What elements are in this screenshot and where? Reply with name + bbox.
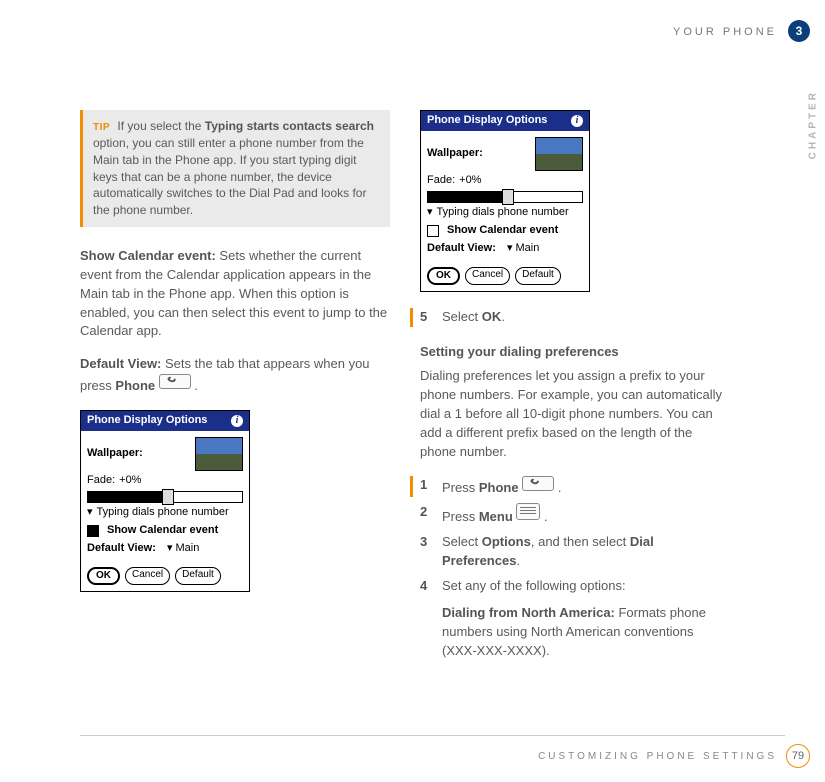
s3a: Select — [442, 534, 482, 549]
cancel-button: Cancel — [125, 567, 170, 585]
default-button-r: Default — [515, 267, 561, 285]
step-number-2: 2 — [420, 503, 432, 527]
dialog-title-r: Phone Display Options — [427, 113, 547, 129]
step-3-body: Select Options, and then select Dial Pre… — [442, 533, 730, 571]
ok-button: OK — [87, 567, 120, 585]
step5-bold: OK — [482, 309, 502, 324]
s1b: . — [554, 480, 561, 495]
step-5: 5 Select OK. — [410, 308, 730, 327]
show-calendar-bold: Show Calendar event: — [80, 248, 216, 263]
wallpaper-thumbnail — [195, 437, 243, 471]
step-3: 3 Select Options, and then select Dial P… — [420, 533, 730, 571]
default-view-para: Default View: Sets the tab that appears … — [80, 355, 390, 396]
step-number-3: 3 — [420, 533, 432, 571]
step-number-4: 4 — [420, 577, 432, 674]
dialog-buttons: OK Cancel Default — [81, 563, 249, 591]
step-number-1: 1 — [420, 476, 432, 498]
fade-slider-r — [427, 191, 583, 203]
page: YOUR PHONE 3 CHAPTER TIP If you select t… — [0, 0, 825, 782]
step5-after: . — [501, 309, 505, 324]
wallpaper-label: Wallpaper: — [87, 446, 143, 462]
fade-value: +0% — [119, 473, 141, 489]
s1bold: Phone — [479, 480, 519, 495]
dialog-titlebar-r: Phone Display Options i — [421, 111, 589, 131]
default-view-label-dlg-r: Default View: — [427, 241, 496, 257]
step-1: 1 Press Phone . — [410, 476, 730, 498]
show-calendar-checkbox — [87, 525, 99, 537]
fade-label-r: Fade: — [427, 173, 455, 189]
left-column: TIP If you select the Typing starts cont… — [80, 110, 390, 592]
dialing-na-para: Dialing from North America: Formats phon… — [442, 604, 730, 661]
default-button: Default — [175, 567, 221, 585]
tip-label: TIP — [93, 122, 110, 133]
s2b: . — [540, 509, 547, 524]
cancel-button-r: Cancel — [465, 267, 510, 285]
dialing-na-bold: Dialing from North America: — [442, 605, 615, 620]
s3end: . — [516, 553, 520, 568]
show-calendar-checkbox-r — [427, 225, 439, 237]
phone-key-icon — [159, 374, 191, 389]
tip-text-after: option, you can still enter a phone numb… — [93, 136, 366, 217]
step-5-body: Select OK. — [442, 308, 730, 327]
show-calendar-label: Show Calendar event — [107, 523, 218, 539]
right-column: Phone Display Options i Wallpaper: Fade:… — [420, 110, 730, 680]
info-icon: i — [231, 415, 243, 427]
info-icon-r: i — [571, 115, 583, 127]
wallpaper-thumbnail-r — [535, 137, 583, 171]
header-section: YOUR PHONE — [673, 26, 777, 38]
show-calendar-para: Show Calendar event: Sets whether the cu… — [80, 247, 390, 341]
dialog-body: Wallpaper: Fade: +0% Typing dials phone … — [81, 431, 249, 563]
phone-bold: Phone — [115, 378, 155, 393]
step-2-body: Press Menu . — [442, 503, 730, 527]
footer-section: CUSTOMIZING PHONE SETTINGS — [538, 751, 777, 762]
step-number-5: 5 — [420, 308, 432, 327]
s2a: Press — [442, 509, 479, 524]
step-1-body: Press Phone . — [442, 476, 730, 498]
page-number-badge: 79 — [786, 744, 810, 768]
fade-value-r: +0% — [459, 173, 481, 189]
default-view-text-b: . — [191, 378, 198, 393]
typing-dropdown: Typing dials phone number — [87, 505, 243, 521]
default-view-dropdown: Main — [167, 541, 199, 557]
footer-rule — [80, 735, 785, 736]
dialog-buttons-r: OK Cancel Default — [421, 263, 589, 291]
phone-display-options-dialog-right: Phone Display Options i Wallpaper: Fade:… — [420, 110, 590, 292]
phone-key-icon-2 — [522, 476, 554, 491]
ok-button-r: OK — [427, 267, 460, 285]
step5-a: Select — [442, 309, 482, 324]
tip-box: TIP If you select the Typing starts cont… — [80, 110, 390, 227]
s3mid: , and then select — [531, 534, 630, 549]
s3bold1: Options — [482, 534, 531, 549]
s1a: Press — [442, 480, 479, 495]
dialog-body-r: Wallpaper: Fade: +0% Typing dials phone … — [421, 131, 589, 263]
default-view-dropdown-r: Main — [507, 241, 539, 257]
tip-text-before: If you select the — [117, 119, 204, 133]
dialog-title: Phone Display Options — [87, 413, 207, 429]
show-calendar-label-r: Show Calendar event — [447, 223, 558, 239]
step-4-body: Set any of the following options: Dialin… — [442, 577, 730, 674]
menu-key-icon — [516, 503, 540, 520]
step-4: 4 Set any of the following options: Dial… — [420, 577, 730, 674]
chapter-label: CHAPTER — [807, 90, 818, 159]
fade-label: Fade: — [87, 473, 115, 489]
dialing-prefs-heading: Setting your dialing preferences — [420, 343, 730, 362]
tip-bold: Typing starts contacts search — [205, 119, 374, 133]
fade-slider — [87, 491, 243, 503]
typing-dropdown-r: Typing dials phone number — [427, 205, 583, 221]
step-2: 2 Press Menu . — [420, 503, 730, 527]
s4: Set any of the following options: — [442, 578, 626, 593]
default-view-label-dlg: Default View: — [87, 541, 156, 557]
dialog-titlebar: Phone Display Options i — [81, 411, 249, 431]
s2bold: Menu — [479, 509, 513, 524]
chapter-number-badge: 3 — [788, 20, 810, 42]
phone-display-options-dialog-left: Phone Display Options i Wallpaper: Fade:… — [80, 410, 250, 592]
dialing-prefs-intro: Dialing preferences let you assign a pre… — [420, 367, 730, 461]
wallpaper-label-r: Wallpaper: — [427, 146, 483, 162]
default-view-bold: Default View: — [80, 356, 161, 371]
